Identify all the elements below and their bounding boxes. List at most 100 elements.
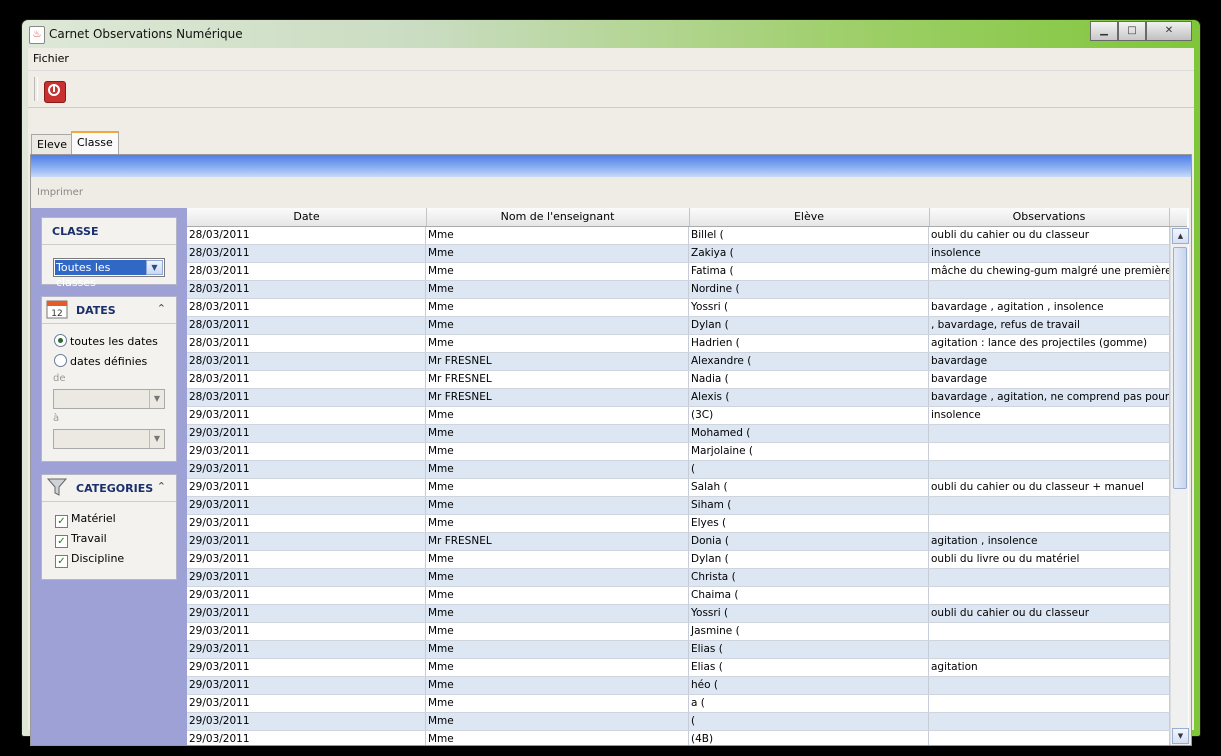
cell-date: 29/03/2011 xyxy=(187,551,426,568)
classe-section: CLASSE Toutes les classes ▼ xyxy=(41,217,177,289)
tab-eleve[interactable]: Eleve xyxy=(31,134,74,155)
cell-student: Elias ( xyxy=(689,659,929,676)
table-row[interactable]: 29/03/2011 Mme (3C) insolence xyxy=(187,407,1170,425)
checkbox-discipline[interactable]: ✓ Discipline xyxy=(55,552,124,568)
observations-table: Date Nom de l'enseignant Elève Observati… xyxy=(187,208,1189,745)
col-header-student[interactable]: Elève xyxy=(689,208,930,226)
classe-select[interactable]: Toutes les classes ▼ xyxy=(53,258,165,289)
scroll-down-icon[interactable]: ▼ xyxy=(1172,728,1189,744)
cell-teacher: Mme xyxy=(426,677,689,694)
cell-teacher: Mme xyxy=(426,587,689,604)
cell-student: Yossri ( xyxy=(689,605,929,622)
cell-observation: insolence xyxy=(929,407,1170,424)
classe-panel: Imprimer CLASSE Toutes les classes ▼ 12 … xyxy=(30,154,1192,746)
close-button[interactable]: ✕ xyxy=(1146,21,1192,41)
menu-bar: Fichier xyxy=(28,48,1194,68)
toolbar xyxy=(28,70,1194,108)
table-row[interactable]: 29/03/2011 Mme( xyxy=(187,461,1170,479)
table-row[interactable]: 29/03/2011 Mme héo ( xyxy=(187,677,1170,695)
table-row[interactable]: 29/03/2011 Mme Jasmine ( xyxy=(187,623,1170,641)
cell-student: Elyes ( xyxy=(689,515,929,532)
cell-date: 29/03/2011 xyxy=(187,461,426,478)
scroll-thumb[interactable] xyxy=(1173,247,1187,489)
cell-student: Dylan ( xyxy=(689,317,929,334)
table-row[interactable]: 29/03/2011 Mme Marjolaine ( xyxy=(187,443,1170,461)
checkbox-travail[interactable]: ✓ Travail xyxy=(55,532,107,548)
classe-select-value: Toutes les classes xyxy=(55,260,146,289)
table-row[interactable]: 29/03/2011 Mme Elias ( xyxy=(187,641,1170,659)
radio-defined-dates[interactable]: dates définies xyxy=(54,354,147,368)
cell-teacher: Mme xyxy=(426,713,689,730)
cell-student: Marjolaine ( xyxy=(689,443,929,460)
chevron-down-icon[interactable]: ▼ xyxy=(149,390,164,408)
tab-classe[interactable]: Classe xyxy=(71,131,119,156)
table-row[interactable]: 29/03/2011 Mme a ( xyxy=(187,695,1170,713)
cell-teacher: Mr FRESNEL xyxy=(426,533,689,550)
date-from-field[interactable]: ▼ xyxy=(53,389,165,409)
cell-teacher: Mr FRESNEL xyxy=(426,389,689,406)
cell-observation: , bavardage, refus de travail xyxy=(929,317,1170,334)
table-row[interactable]: 28/03/2011 Mr FRESNEL Nadia (bavardage xyxy=(187,371,1170,389)
minimize-button[interactable]: ▁ xyxy=(1090,21,1118,41)
table-row[interactable]: 29/03/2011 Mme Mohamed ( xyxy=(187,425,1170,443)
title-bar[interactable]: ♨ Carnet Observations Numérique ▁ □ ✕ xyxy=(22,20,1200,48)
table-row[interactable]: 29/03/2011 Mme (4B) xyxy=(187,731,1170,745)
cell-observation xyxy=(929,425,1170,442)
menu-fichier[interactable]: Fichier xyxy=(33,52,69,65)
table-row[interactable]: 28/03/2011 Mme Billel (oubli du cahier ou … xyxy=(187,227,1170,245)
table-row[interactable]: 29/03/2011 Mme Elias (agitation xyxy=(187,659,1170,677)
cell-student: Siham ( xyxy=(689,497,929,514)
cell-date: 28/03/2011 xyxy=(187,281,426,298)
cell-student: a ( xyxy=(689,695,929,712)
cell-date: 29/03/2011 xyxy=(187,605,426,622)
table-row[interactable]: 28/03/2011 Mme Fatima (mâche du chewing-gu… xyxy=(187,263,1170,281)
table-row[interactable]: 29/03/2011 Mme( xyxy=(187,713,1170,731)
collapse-icon[interactable]: ⌃ xyxy=(157,480,166,493)
table-row[interactable]: 28/03/2011 Mr FRESNEL Alexis (bavardage , … xyxy=(187,389,1170,407)
cell-teacher: Mr FRESNEL xyxy=(426,353,689,370)
cell-observation xyxy=(929,677,1170,694)
window-title: Carnet Observations Numérique xyxy=(49,27,243,41)
table-row[interactable]: 29/03/2011 Mr FRESNEL Donia (agitation , i… xyxy=(187,533,1170,551)
chevron-down-icon[interactable]: ▼ xyxy=(149,430,164,448)
cell-observation xyxy=(929,731,1170,745)
table-row[interactable]: 28/03/2011 Mme Yossri (bavardage , agitati… xyxy=(187,299,1170,317)
col-header-date[interactable]: Date xyxy=(187,208,427,226)
vertical-scrollbar[interactable]: ▲ ▼ xyxy=(1170,227,1189,745)
col-header-observations[interactable]: Observations xyxy=(929,208,1170,226)
cell-teacher: Mr FRESNEL xyxy=(426,371,689,388)
chevron-down-icon[interactable]: ▼ xyxy=(146,260,163,275)
checkbox-materiel[interactable]: ✓ Matériel xyxy=(55,512,116,528)
table-row[interactable]: 29/03/2011 Mme Christa ( xyxy=(187,569,1170,587)
power-icon[interactable] xyxy=(44,81,66,103)
cell-date: 29/03/2011 xyxy=(187,569,426,586)
collapse-icon[interactable]: ⌃ xyxy=(157,302,166,315)
table-row[interactable]: 29/03/2011 Mme Siham ( xyxy=(187,497,1170,515)
table-row[interactable]: 29/03/2011 Mme Elyes ( xyxy=(187,515,1170,533)
col-header-teacher[interactable]: Nom de l'enseignant xyxy=(426,208,690,226)
dates-title: DATES xyxy=(76,304,116,317)
table-row[interactable]: 28/03/2011 Mme Nordine ( xyxy=(187,281,1170,299)
table-row[interactable]: 28/03/2011 Mr FRESNEL Alexandre (bavardage xyxy=(187,353,1170,371)
cell-observation xyxy=(929,641,1170,658)
table-row[interactable]: 29/03/2011 Mme Dylan (oubli du livre ou du… xyxy=(187,551,1170,569)
table-row[interactable]: 29/03/2011 Mme Chaima ( xyxy=(187,587,1170,605)
maximize-button[interactable]: □ xyxy=(1118,21,1146,41)
table-row[interactable]: 28/03/2011 Mme Zakiya (insolence xyxy=(187,245,1170,263)
date-to-field[interactable]: ▼ xyxy=(53,429,165,449)
cell-observation: oubli du livre ou du matériel xyxy=(929,551,1170,568)
table-row[interactable]: 29/03/2011 Mme Yossri (oubli du cahier ou … xyxy=(187,605,1170,623)
table-row[interactable]: 28/03/2011 Mme Dylan (, bavardage, refus d… xyxy=(187,317,1170,335)
checkbox-travail-label: Travail xyxy=(71,532,107,545)
print-button[interactable]: Imprimer xyxy=(37,187,83,198)
app-window: ♨ Carnet Observations Numérique ▁ □ ✕ Fi… xyxy=(22,20,1200,746)
scroll-up-icon[interactable]: ▲ xyxy=(1172,228,1189,244)
table-row[interactable]: 28/03/2011 Mme Hadrien (agitation : lance … xyxy=(187,335,1170,353)
check-icon: ✓ xyxy=(55,535,68,548)
table-row[interactable]: 29/03/2011 Mme Salah (oubli du cahier ou d… xyxy=(187,479,1170,497)
radio-all-dates[interactable]: toutes les dates xyxy=(54,334,158,348)
cell-observation xyxy=(929,713,1170,730)
cell-teacher: Mme xyxy=(426,263,689,280)
cell-teacher: Mme xyxy=(426,497,689,514)
cell-student: Fatima ( xyxy=(689,263,929,280)
